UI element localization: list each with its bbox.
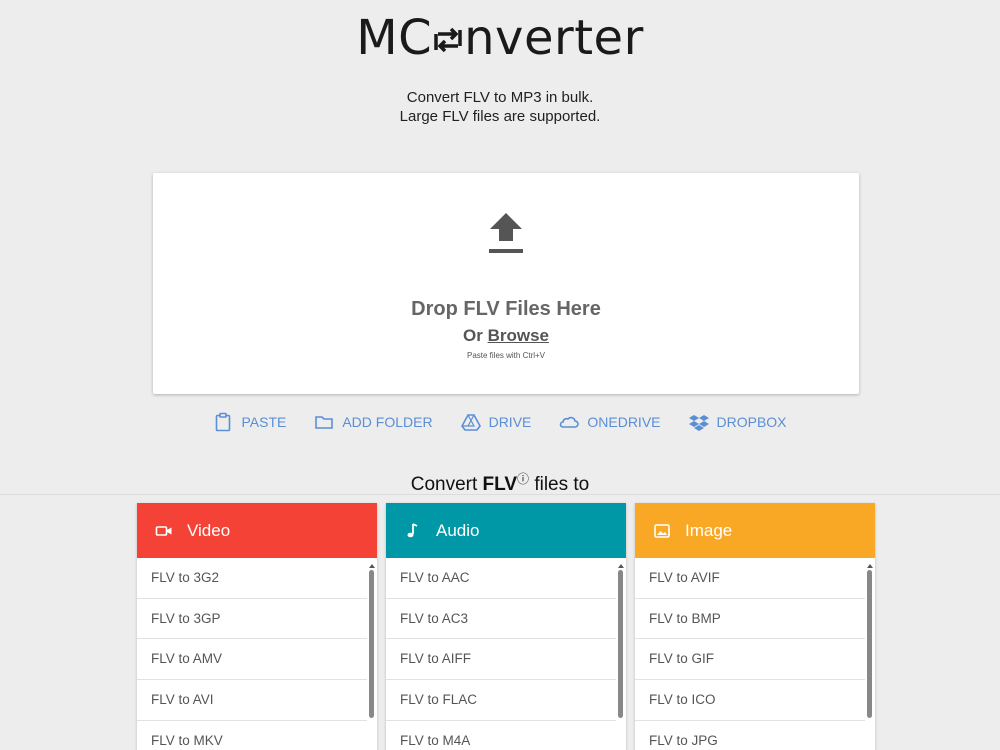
scroll-up-icon[interactable] <box>867 564 873 568</box>
scrollbar[interactable] <box>367 558 377 750</box>
or-label: Or <box>463 326 483 345</box>
folder-icon <box>315 416 334 429</box>
scroll-thumb[interactable] <box>618 570 623 718</box>
drive-label: DRIVE <box>488 414 532 430</box>
image-panel-title: Image <box>685 520 733 540</box>
logo-suffix: nverter <box>464 10 644 66</box>
list-item[interactable]: FLV to MKV <box>137 721 367 750</box>
scroll-up-icon[interactable] <box>369 564 375 568</box>
google-drive-icon <box>460 414 481 431</box>
drop-title: Drop FLV Files Here <box>411 298 601 320</box>
info-icon[interactable]: ⓘ <box>517 472 529 486</box>
list-item[interactable]: FLV to AVI <box>137 680 367 721</box>
convert-heading: Convert FLVⓘ files to <box>0 470 1000 496</box>
audio-format-list: FLV to AAC FLV to AC3 FLV to AIFF FLV to… <box>386 558 626 750</box>
onedrive-button[interactable]: ONEDRIVE <box>559 411 661 433</box>
video-format-list: FLV to 3G2 FLV to 3GP FLV to AMV FLV to … <box>137 558 377 750</box>
add-folder-label: ADD FOLDER <box>342 414 433 430</box>
clipboard-icon <box>216 412 231 432</box>
image-panel: Image FLV to AVIF FLV to BMP FLV to GIF … <box>635 503 875 750</box>
scroll-thumb[interactable] <box>867 570 872 718</box>
tagline-line-1: Convert FLV to MP3 in bulk. <box>406 89 594 106</box>
paste-hint: Paste files with Ctrl+V <box>466 351 546 360</box>
onedrive-icon <box>560 416 580 428</box>
list-item[interactable]: FLV to GIF <box>635 639 865 681</box>
list-item[interactable]: FLV to AMV <box>137 639 367 681</box>
scrollbar[interactable] <box>865 558 875 750</box>
logo[interactable]: MC nverter <box>0 10 1000 66</box>
video-panel-header[interactable]: Video <box>137 503 377 558</box>
convert-heading-format: FLV <box>482 474 518 495</box>
list-item[interactable]: FLV to M4A <box>386 721 616 750</box>
list-item[interactable]: FLV to JPG <box>635 721 865 750</box>
list-item[interactable]: FLV to AIFF <box>386 639 616 681</box>
list-item[interactable]: FLV to BMP <box>635 599 865 640</box>
drive-button[interactable]: DRIVE <box>460 411 532 433</box>
image-icon <box>654 523 670 538</box>
audio-panel-header[interactable]: Audio <box>386 503 626 558</box>
browse-link[interactable]: Browse <box>488 326 549 345</box>
convert-heading-before: Convert <box>410 474 483 495</box>
dropbox-icon <box>688 415 709 431</box>
dropbox-button[interactable]: DROPBOX <box>688 411 787 433</box>
onedrive-label: ONEDRIVE <box>587 414 661 430</box>
add-folder-button[interactable]: ADD FOLDER <box>314 411 433 433</box>
list-item[interactable]: FLV to AC3 <box>386 599 616 640</box>
audio-panel: Audio FLV to AAC FLV to AC3 FLV to AIFF … <box>386 503 626 750</box>
list-item[interactable]: FLV to ICO <box>635 680 865 721</box>
audio-panel-title: Audio <box>436 520 480 540</box>
image-panel-header[interactable]: Image <box>635 503 875 558</box>
source-buttons: PASTE ADD FOLDER DRIVE ONEDRIVE DROPBOX <box>0 411 1000 433</box>
list-item[interactable]: FLV to AAC <box>386 558 616 599</box>
image-format-list: FLV to AVIF FLV to BMP FLV to GIF FLV to… <box>635 558 875 750</box>
video-icon <box>155 525 172 536</box>
scroll-thumb[interactable] <box>369 570 374 718</box>
list-item[interactable]: FLV to 3G2 <box>137 558 367 599</box>
music-note-icon <box>407 522 418 537</box>
paste-label: PASTE <box>241 414 287 430</box>
video-panel: Video FLV to 3G2 FLV to 3GP FLV to AMV F… <box>137 503 377 750</box>
dropbox-label: DROPBOX <box>716 414 787 430</box>
tagline: Convert FLV to MP3 in bulk. Large FLV fi… <box>0 88 1000 126</box>
file-dropzone[interactable]: Drop FLV Files Here Or Browse Paste file… <box>153 173 859 394</box>
drop-or-line: Or Browse <box>153 326 859 346</box>
list-item[interactable]: FLV to FLAC <box>386 680 616 721</box>
video-panel-title: Video <box>187 520 231 540</box>
scrollbar[interactable] <box>616 558 626 750</box>
upload-icon <box>489 213 523 253</box>
logo-prefix: MC <box>356 10 433 66</box>
swap-arrows-icon <box>434 27 462 53</box>
convert-heading-after: files to <box>529 474 590 495</box>
list-item[interactable]: FLV to AVIF <box>635 558 865 599</box>
list-item[interactable]: FLV to 3GP <box>137 599 367 640</box>
scroll-up-icon[interactable] <box>618 564 624 568</box>
tagline-line-2: Large FLV files are supported. <box>399 108 601 125</box>
paste-button[interactable]: PASTE <box>213 411 286 433</box>
